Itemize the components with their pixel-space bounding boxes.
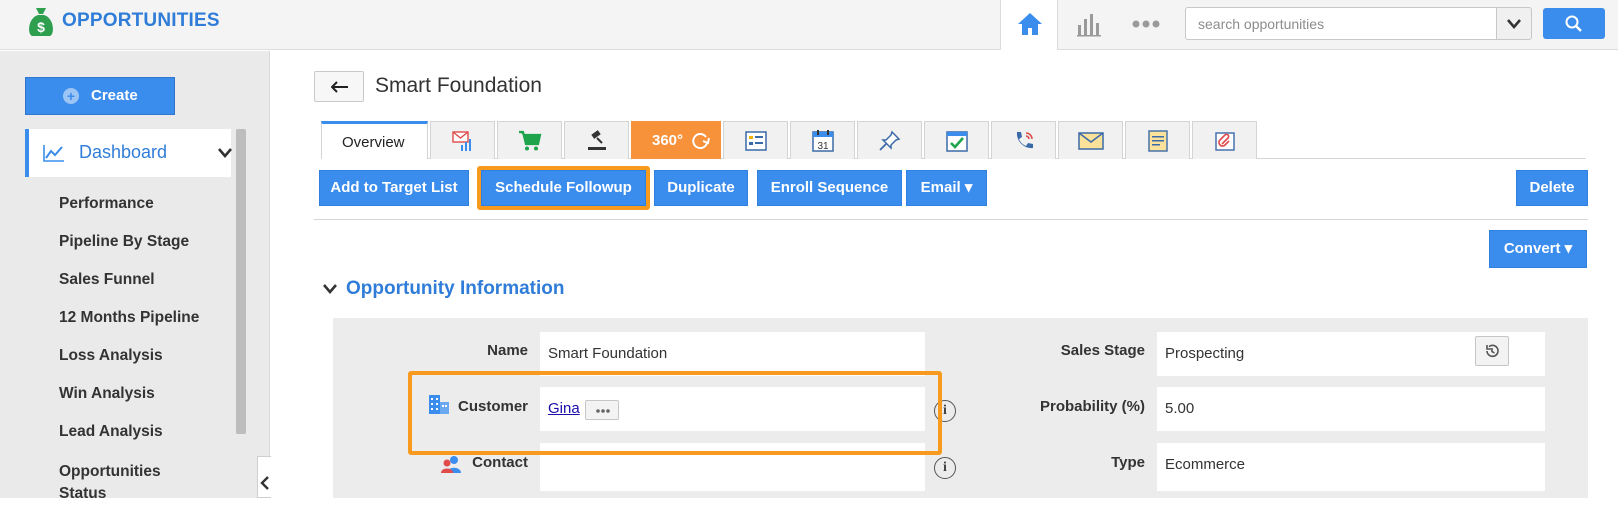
tab-strip: Overview 360° 31 — [321, 121, 1586, 159]
type-field[interactable]: Ecommerce — [1157, 443, 1545, 491]
divider — [314, 219, 1588, 220]
duplicate-button[interactable]: Duplicate — [654, 170, 748, 206]
search-icon — [1565, 15, 1582, 32]
arrow-left-icon — [331, 81, 348, 93]
type-value: Ecommerce — [1165, 456, 1246, 473]
tab-notes[interactable] — [1125, 121, 1190, 159]
nav-home-button[interactable] — [1000, 0, 1058, 50]
nav-reports-button[interactable] — [1062, 0, 1114, 50]
add-to-target-list-button[interactable]: Add to Target List — [319, 170, 469, 206]
search-filter-dropdown[interactable] — [1497, 7, 1532, 40]
sidebar-item-dashboard[interactable]: Dashboard — [25, 129, 232, 177]
search-box — [1185, 7, 1497, 40]
tab-overview[interactable]: Overview — [321, 121, 428, 159]
sidebar-item-sales-funnel[interactable]: Sales Funnel — [59, 271, 155, 289]
nav-more-button[interactable] — [1118, 0, 1174, 50]
sales-stage-label: Sales Stage — [1060, 342, 1145, 359]
chevron-down-icon[interactable] — [218, 148, 232, 158]
gavel-icon — [588, 130, 606, 150]
refresh-360-icon — [692, 133, 710, 150]
chevron-down-icon — [1507, 19, 1521, 29]
sidebar-item-pipeline-by-stage[interactable]: Pipeline By Stage — [59, 233, 189, 251]
tab-calls[interactable] — [991, 121, 1056, 159]
contact-info-icon[interactable]: i — [934, 457, 956, 479]
probability-field[interactable]: 5.00 — [1157, 387, 1545, 431]
tab-events[interactable]: 31 — [790, 121, 855, 159]
highlight-box — [477, 166, 650, 210]
tab-details[interactable] — [723, 121, 788, 159]
search-button[interactable] — [1543, 8, 1605, 39]
list-icon — [745, 131, 767, 151]
chevron-down-icon — [323, 284, 337, 294]
sidebar-item-label: Dashboard — [79, 142, 168, 162]
campaign-icon — [452, 131, 471, 151]
name-label: Name — [487, 342, 528, 359]
create-button[interactable]: + Create — [25, 77, 175, 115]
sidebar-item-loss-analysis[interactable]: Loss Analysis — [59, 347, 163, 365]
tab-360-label: 360° — [652, 132, 684, 149]
tab-tasks[interactable] — [924, 121, 989, 159]
name-value: Smart Foundation — [548, 345, 668, 362]
sidebar-item-lead-analysis[interactable]: Lead Analysis — [59, 423, 163, 441]
tab-emails[interactable] — [1058, 121, 1123, 159]
sidebar-collapse-toggle[interactable] — [257, 456, 271, 498]
line-chart-icon — [43, 145, 64, 162]
section-title: Opportunity Information — [346, 278, 565, 299]
sidebar-item-12-months-pipeline[interactable]: 12 Months Pipeline — [59, 309, 199, 327]
email-icon — [1078, 132, 1104, 150]
tab-360-view[interactable]: 360° — [631, 121, 721, 159]
sidebar-item-performance[interactable]: Performance — [59, 195, 154, 213]
tab-attachments[interactable] — [1192, 121, 1257, 159]
tab-bids[interactable] — [564, 121, 629, 159]
calendar-day: 31 — [817, 141, 829, 152]
create-button-label: Create — [91, 87, 138, 104]
sidebar-item-win-analysis[interactable]: Win Analysis — [59, 385, 155, 403]
cart-icon — [519, 130, 542, 151]
record-title: Smart Foundation — [375, 74, 542, 97]
back-button[interactable] — [314, 71, 364, 102]
sidebar-scrollbar[interactable] — [236, 129, 246, 434]
plus-circle-icon: + — [63, 88, 79, 104]
convert-dropdown-button[interactable]: Convert ▾ — [1489, 230, 1587, 268]
contact-icon — [441, 456, 461, 473]
search-input[interactable] — [1186, 8, 1496, 39]
stage-history-button[interactable] — [1475, 336, 1509, 366]
name-field[interactable]: Smart Foundation — [540, 332, 925, 376]
tab-overview-label: Overview — [342, 134, 405, 151]
history-icon — [1486, 344, 1499, 358]
home-icon — [1018, 13, 1042, 35]
money-bag-icon: $ — [29, 8, 53, 36]
svg-text:$: $ — [37, 19, 45, 35]
reports-icon — [1077, 14, 1101, 37]
probability-value: 5.00 — [1165, 400, 1195, 417]
attachment-icon — [1215, 132, 1235, 151]
email-dropdown-button[interactable]: Email ▾ — [906, 170, 987, 206]
probability-label: Probability (%) — [1039, 398, 1145, 415]
calendar-icon: 31 — [812, 130, 834, 152]
call-icon — [1016, 132, 1033, 149]
task-icon — [946, 131, 968, 152]
sales-stage-value: Prospecting — [1165, 345, 1245, 362]
app-title: OPPORTUNITIES — [62, 10, 220, 31]
pin-icon — [879, 130, 901, 151]
sales-stage-field[interactable]: Prospecting — [1157, 332, 1545, 376]
sidebar-item-opportunities-status[interactable]: Opportunities Status — [59, 461, 189, 505]
type-label: Type — [1111, 454, 1145, 471]
tab-campaigns[interactable] — [430, 121, 495, 159]
notes-icon — [1148, 130, 1168, 152]
tab-products[interactable] — [497, 121, 562, 159]
highlight-box — [408, 371, 942, 455]
enroll-sequence-button[interactable]: Enroll Sequence — [757, 170, 902, 206]
delete-button[interactable]: Delete — [1516, 170, 1588, 206]
chevron-left-icon — [260, 476, 269, 490]
contact-label: Contact — [472, 454, 528, 471]
more-icon — [1132, 20, 1160, 28]
tab-pins[interactable] — [857, 121, 922, 159]
